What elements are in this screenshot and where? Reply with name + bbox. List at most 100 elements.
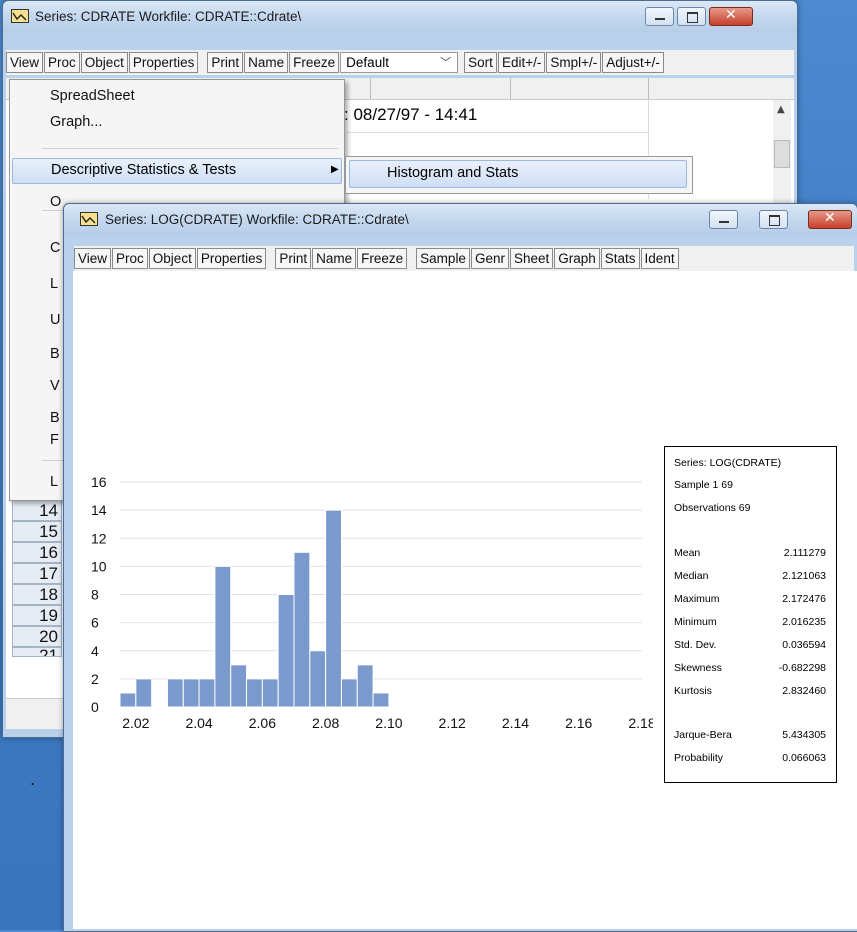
vertical-scrollbar[interactable]: ▲ bbox=[773, 100, 791, 220]
maximize-button[interactable] bbox=[677, 7, 706, 26]
properties-button[interactable]: Properties bbox=[196, 248, 267, 269]
histogram-chart: 0 2 4 6 8 10 12 14 16 2.02 2.04 2.06 2.08 2.10 2.12 2.1… bbox=[91, 474, 653, 731]
stat-label: Minimum bbox=[674, 616, 717, 628]
view-button[interactable]: View bbox=[74, 248, 112, 269]
properties-button[interactable]: Properties bbox=[128, 52, 199, 73]
menu-item-partial[interactable]: F bbox=[50, 432, 59, 448]
proc-button[interactable]: Proc bbox=[112, 248, 148, 269]
histogram-bar bbox=[372, 692, 390, 708]
row-header[interactable]: 18 bbox=[12, 584, 62, 605]
stat-value: 2.016235 bbox=[782, 616, 826, 628]
x-tick-label: 2.06 bbox=[249, 715, 276, 731]
display-select[interactable]: Default ﹀ bbox=[340, 52, 459, 73]
front-window-title: Series: LOG(CDRATE) Workfile: CDRATE::Cd… bbox=[105, 212, 409, 227]
stat-value: 2.172476 bbox=[782, 593, 826, 605]
stat-label: Maximum bbox=[674, 593, 720, 605]
y-tick-label: 2 bbox=[91, 671, 99, 687]
close-button[interactable]: ✕ bbox=[709, 7, 753, 26]
sample-button[interactable]: Sample bbox=[416, 248, 470, 269]
edit-toggle-button[interactable]: Edit+/- bbox=[497, 52, 546, 73]
histogram-bar bbox=[325, 509, 342, 708]
print-button[interactable]: Print bbox=[275, 248, 312, 269]
row-header[interactable]: 21 bbox=[12, 647, 62, 657]
y-tick-label: 16 bbox=[91, 474, 107, 490]
menu-item-partial[interactable]: O bbox=[50, 194, 61, 210]
name-button[interactable]: Name bbox=[312, 248, 357, 269]
x-tick-label: 2.10 bbox=[375, 715, 402, 731]
print-button[interactable]: Print bbox=[207, 52, 244, 73]
object-button[interactable]: Object bbox=[80, 52, 128, 73]
x-tick-label: 2.18 bbox=[628, 715, 653, 731]
x-tick-label: 2.12 bbox=[439, 715, 466, 731]
row-header[interactable]: 19 bbox=[12, 605, 62, 626]
histogram-bar bbox=[230, 664, 248, 708]
histogram-bar bbox=[198, 678, 216, 708]
menu-item-partial[interactable]: C bbox=[50, 240, 60, 256]
maximize-button[interactable] bbox=[759, 210, 788, 229]
menu-item-partial[interactable]: B bbox=[50, 346, 60, 362]
menu-item-spreadsheet[interactable]: SpreadSheet bbox=[50, 88, 135, 104]
histogram-bar bbox=[182, 678, 200, 708]
x-tick-label: 2.08 bbox=[312, 715, 339, 731]
histogram-bar bbox=[309, 650, 327, 708]
submenu-item-histogram-stats[interactable]: Histogram and Stats bbox=[349, 160, 687, 188]
menu-item-partial[interactable]: L bbox=[50, 276, 58, 292]
view-button[interactable]: View bbox=[6, 52, 44, 73]
minimize-icon bbox=[655, 18, 665, 20]
y-tick-label: 14 bbox=[91, 502, 107, 518]
histogram-bar bbox=[119, 692, 137, 708]
sort-button[interactable]: Sort bbox=[464, 52, 497, 73]
row-header[interactable]: 17 bbox=[12, 563, 62, 584]
adjust-toggle-button[interactable]: Adjust+/- bbox=[602, 52, 664, 73]
stat-label: Probability bbox=[674, 752, 724, 764]
desktop-dot: . bbox=[30, 770, 36, 789]
chevron-down-icon: ﹀ bbox=[440, 57, 452, 69]
menu-item-partial[interactable]: U bbox=[50, 312, 60, 328]
submenu-item-label: Histogram and Stats bbox=[387, 165, 519, 181]
row-header[interactable]: 15 bbox=[12, 521, 62, 542]
y-tick-label: 10 bbox=[91, 558, 107, 574]
series-icon bbox=[80, 212, 98, 226]
row-header[interactable]: 14 bbox=[12, 500, 62, 521]
front-title-bar[interactable]: Series: LOG(CDRATE) Workfile: CDRATE::Cd… bbox=[64, 204, 857, 236]
scroll-thumb[interactable] bbox=[774, 140, 790, 168]
menu-item-partial[interactable]: L bbox=[50, 474, 58, 490]
freeze-button[interactable]: Freeze bbox=[357, 248, 408, 269]
minimize-button[interactable] bbox=[709, 210, 738, 229]
genr-button[interactable]: Genr bbox=[470, 248, 509, 269]
stats-observations: Observations 69 bbox=[674, 502, 751, 514]
graph-button[interactable]: Graph bbox=[554, 248, 600, 269]
menu-item-partial[interactable]: B bbox=[50, 410, 60, 426]
close-button[interactable]: ✕ bbox=[808, 210, 852, 229]
x-tick-label: 2.14 bbox=[502, 715, 529, 731]
close-icon: ✕ bbox=[824, 210, 836, 226]
ident-button[interactable]: Ident bbox=[640, 248, 679, 269]
column-divider bbox=[510, 78, 511, 99]
series-icon bbox=[11, 9, 29, 23]
freeze-button[interactable]: Freeze bbox=[289, 52, 340, 73]
x-tick-label: 2.16 bbox=[565, 715, 592, 731]
maximize-icon bbox=[769, 215, 780, 226]
stat-label: Skewness bbox=[674, 662, 722, 674]
smpl-toggle-button[interactable]: Smpl+/- bbox=[546, 52, 602, 73]
stat-label: Mean bbox=[674, 547, 701, 559]
sheet-button[interactable]: Sheet bbox=[509, 248, 554, 269]
x-tick-label: 2.02 bbox=[122, 715, 149, 731]
display-select-value: Default bbox=[346, 55, 389, 70]
object-button[interactable]: Object bbox=[148, 248, 196, 269]
stats-button[interactable]: Stats bbox=[600, 248, 640, 269]
row-header[interactable]: 20 bbox=[12, 626, 62, 647]
back-title-bar[interactable]: Series: CDRATE Workfile: CDRATE::Cdrate\… bbox=[3, 1, 797, 33]
stat-label: Std. Dev. bbox=[674, 639, 717, 651]
last-update-cell: : 08/27/97 - 14:41 bbox=[344, 105, 478, 124]
minimize-button[interactable] bbox=[645, 7, 674, 26]
proc-button[interactable]: Proc bbox=[44, 52, 80, 73]
statistics-box: Series: LOG(CDRATE) Sample 1 69 Observat… bbox=[664, 446, 837, 783]
histogram-bar bbox=[293, 551, 311, 708]
menu-item-descriptive-stats[interactable]: Descriptive Statistics & Tests ▶ bbox=[12, 158, 342, 184]
menu-item-graph[interactable]: Graph... bbox=[50, 114, 102, 130]
menu-item-partial[interactable]: V bbox=[50, 378, 60, 394]
name-button[interactable]: Name bbox=[244, 52, 289, 73]
row-header[interactable]: 16 bbox=[12, 542, 62, 563]
stat-label: Kurtosis bbox=[674, 685, 712, 697]
